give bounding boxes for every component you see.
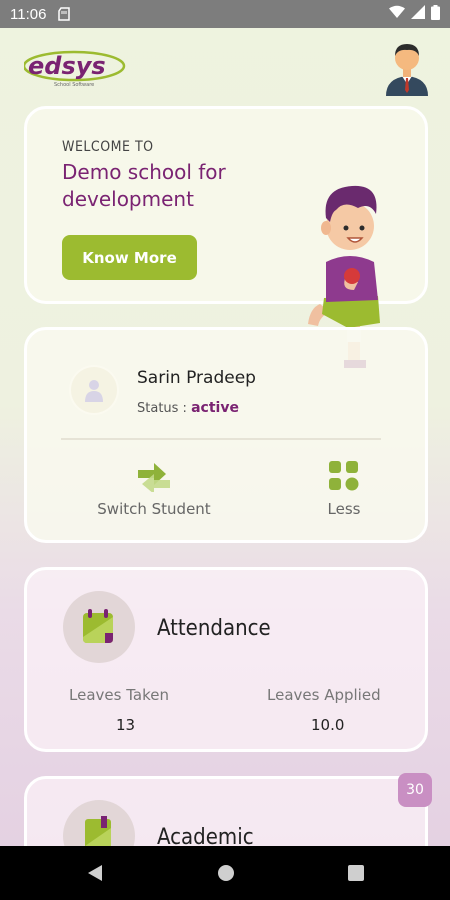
welcome-label: WELCOME TO [62,139,154,155]
battery-icon [431,4,440,24]
status-label: Status : [137,401,187,416]
home-icon[interactable] [217,864,235,886]
logo-tagline: School Software [54,82,94,88]
divider [61,438,381,440]
edsys-logo: edsys School Software [22,46,128,94]
know-more-button[interactable]: Know More [62,235,197,280]
user-icon [85,380,103,402]
student-status: Status : active [137,400,239,416]
attendance-icon-circle [63,591,135,663]
leaves-applied-value: 10.0 [311,716,345,734]
status-time: 11:06 [10,5,47,23]
student-name: Sarin Pradeep [137,368,256,388]
logo-text: edsys [28,52,106,80]
calendar-icon [83,609,113,643]
signal-icon [411,5,425,23]
grid-icon [329,461,359,491]
status-bar: 11:06 [0,0,450,28]
profile-avatar[interactable] [384,38,430,96]
less-button[interactable]: Less [309,460,379,518]
back-icon[interactable] [86,864,104,886]
attendance-title: Attendance [157,616,271,641]
school-name: Demo school for development [62,160,226,211]
student-avatar [71,367,117,413]
switch-arrows-icon [138,463,170,492]
status-value: active [191,400,239,416]
leaves-taken-value: 13 [116,716,136,734]
switch-student-label: Switch Student [97,500,211,518]
navigation-bar [0,846,450,900]
switch-student-button[interactable]: Switch Student [89,460,219,518]
leaves-taken-label: Leaves Taken [69,686,169,704]
wifi-icon [389,5,405,23]
recent-apps-icon[interactable] [347,864,365,886]
attendance-card[interactable]: Attendance Leaves Taken 13 Leaves Applie… [24,567,428,752]
student-card: Sarin Pradeep Status : active Switch Stu… [24,327,428,543]
less-label: Less [327,500,361,518]
sd-card-icon [58,7,72,21]
leaves-applied-label: Leaves Applied [267,686,381,704]
notification-badge: 30 [398,773,432,807]
status-icons [389,4,440,24]
